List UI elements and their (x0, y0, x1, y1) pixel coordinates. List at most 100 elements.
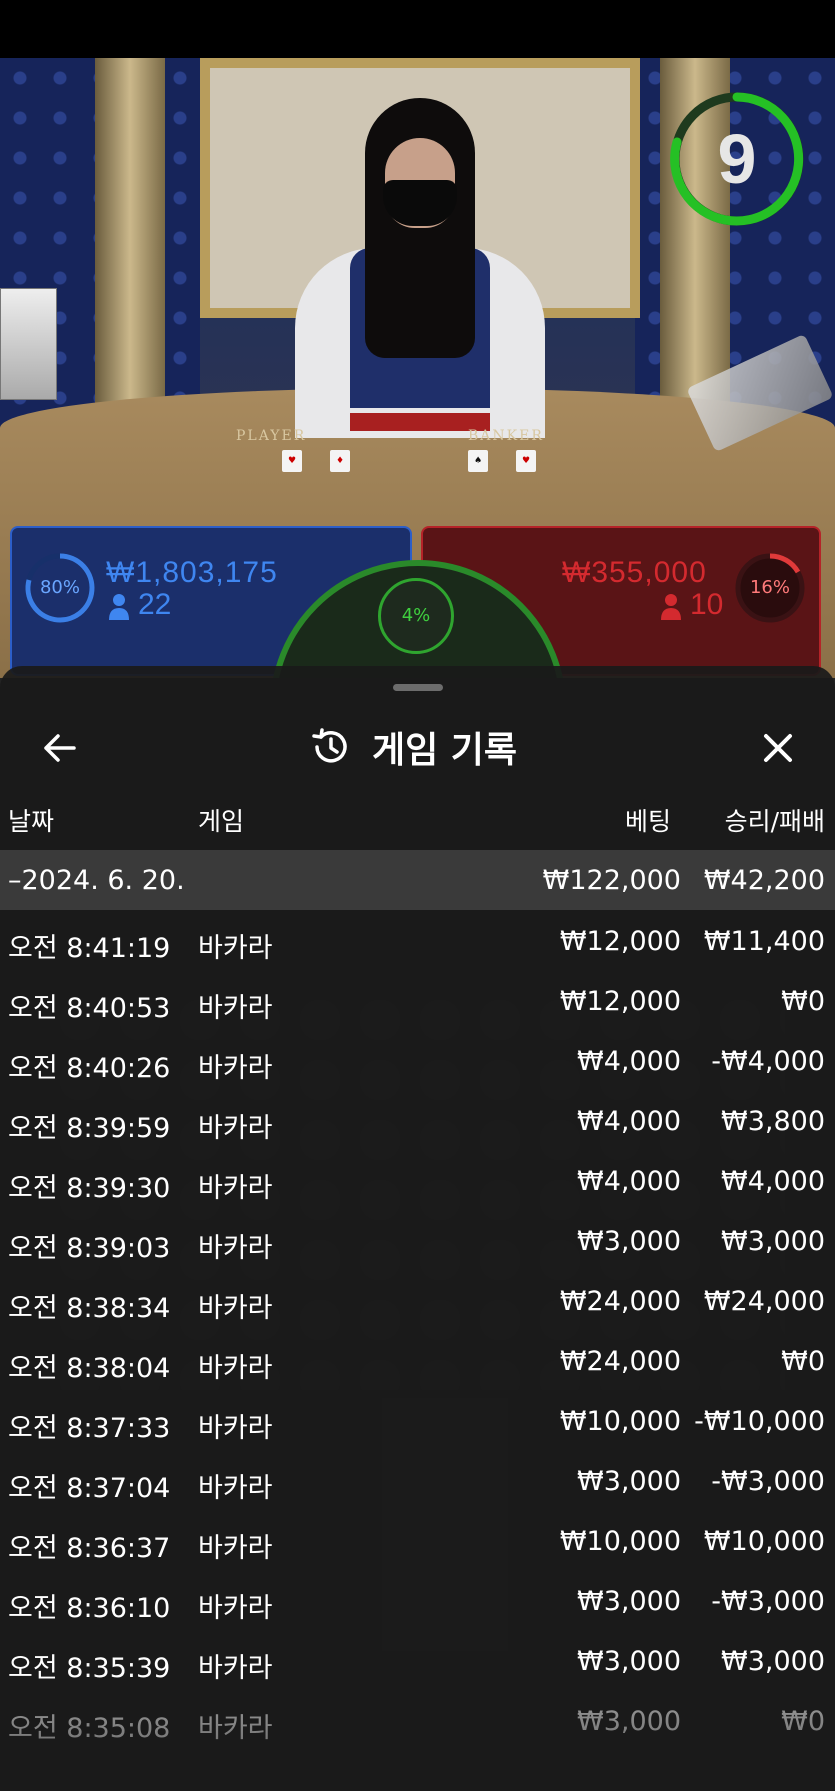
sheet-header: 게임 기록 (0, 706, 835, 786)
row-game: 바카라 (198, 1533, 273, 1564)
row-game: 바카라 (198, 1233, 273, 1264)
row-time: 오전 8:40:53 (8, 993, 171, 1024)
row-time: 오전 8:40:26 (8, 1053, 171, 1084)
player-percent: 80% (39, 577, 80, 598)
row-bet: ₩24,000 (559, 1286, 681, 1317)
game-history-sheet: 게임 기록 날짜 게임 베팅 승리/패배 –2024. 6. 20. ₩122,… (0, 666, 835, 1791)
row-winloss: -₩3,000 (711, 1466, 825, 1497)
row-game: 바카라 (198, 993, 273, 1024)
row-bet: ₩4,000 (577, 1106, 681, 1137)
player-total-amount: ₩1,803,175 (106, 556, 278, 589)
row-time: 오전 8:39:30 (8, 1173, 171, 1204)
row-winloss: ₩3,000 (721, 1226, 825, 1257)
row-time: 오전 8:38:04 (8, 1353, 171, 1384)
row-winloss: -₩3,000 (711, 1586, 825, 1617)
person-icon (108, 592, 130, 620)
dealer (295, 98, 545, 438)
row-time: 오전 8:35:08 (8, 1713, 171, 1744)
history-row[interactable]: 오전 8:35:08 바카라 ₩3,000 ₩0 (0, 1691, 835, 1751)
row-bet: ₩12,000 (559, 986, 681, 1017)
history-row[interactable]: 오전 8:35:39 바카라 ₩3,000 ₩3,000 (0, 1631, 835, 1691)
card-deck (0, 288, 57, 400)
row-time: 오전 8:38:34 (8, 1293, 171, 1324)
row-game: 바카라 (198, 1353, 273, 1384)
playing-card: ♥ (516, 450, 536, 472)
history-row[interactable]: 오전 8:38:34 바카라 ₩24,000 ₩24,000 (0, 1271, 835, 1331)
day-summary-row[interactable]: –2024. 6. 20. ₩122,000 ₩42,200 (0, 850, 835, 910)
history-row[interactable]: 오전 8:39:03 바카라 ₩3,000 ₩3,000 (0, 1211, 835, 1271)
status-bar (0, 0, 835, 58)
player-count: 22 (138, 588, 172, 621)
row-game: 바카라 (198, 933, 273, 964)
playing-card: ♦ (330, 450, 350, 472)
column-header-game: 게임 (198, 807, 245, 836)
banker-total-amount: ₩355,000 (562, 556, 707, 589)
row-winloss: -₩10,000 (694, 1406, 825, 1437)
row-time: 오전 8:36:10 (8, 1593, 171, 1624)
row-winloss: ₩24,000 (703, 1286, 825, 1317)
row-time: 오전 8:36:37 (8, 1533, 171, 1564)
row-bet: ₩3,000 (577, 1586, 681, 1617)
column-header-bet: 베팅 (624, 807, 671, 836)
row-winloss: ₩0 (781, 1346, 825, 1377)
back-button[interactable] (36, 724, 84, 772)
row-winloss: ₩10,000 (703, 1526, 825, 1557)
day-date: –2024. 6. 20. (8, 865, 185, 896)
row-winloss: ₩11,400 (703, 926, 825, 957)
row-game: 바카라 (198, 1713, 273, 1744)
banker-percent: 16% (749, 577, 790, 598)
row-game: 바카라 (198, 1413, 273, 1444)
history-row[interactable]: 오전 8:36:10 바카라 ₩3,000 -₩3,000 (0, 1571, 835, 1631)
countdown-timer: 9 (668, 90, 806, 228)
table-banker-label: BANKER (468, 428, 544, 444)
row-game: 바카라 (198, 1113, 273, 1144)
playing-card: ♥ (282, 450, 302, 472)
row-time: 오전 8:35:39 (8, 1653, 171, 1684)
table-player-label: PLAYER (236, 428, 307, 444)
row-winloss: ₩0 (781, 1706, 825, 1737)
row-game: 바카라 (198, 1053, 273, 1084)
row-time: 오전 8:39:03 (8, 1233, 171, 1264)
history-row[interactable]: 오전 8:39:30 바카라 ₩4,000 ₩4,000 (0, 1151, 835, 1211)
row-game: 바카라 (198, 1473, 273, 1504)
row-bet: ₩12,000 (559, 926, 681, 957)
history-clock-icon (312, 728, 347, 763)
banker-percent-ring: 16% (734, 552, 806, 624)
history-row[interactable]: 오전 8:36:37 바카라 ₩10,000 ₩10,000 (0, 1511, 835, 1571)
row-bet: ₩3,000 (577, 1466, 681, 1497)
sheet-title: 게임 기록 (310, 722, 517, 772)
row-bet: ₩10,000 (559, 1406, 681, 1437)
column-header-date: 날짜 (8, 807, 55, 836)
sheet-drag-handle[interactable] (393, 684, 443, 691)
row-bet: ₩24,000 (559, 1346, 681, 1377)
row-time: 오전 8:37:04 (8, 1473, 171, 1504)
history-row[interactable]: 오전 8:38:04 바카라 ₩24,000 ₩0 (0, 1331, 835, 1391)
row-time: 오전 8:41:19 (8, 933, 171, 964)
banker-count: 10 (690, 588, 724, 621)
history-row[interactable]: 오전 8:41:19 바카라 ₩12,000 ₩11,400 (0, 911, 835, 971)
row-bet: ₩10,000 (559, 1526, 681, 1557)
row-game: 바카라 (198, 1653, 273, 1684)
row-bet: ₩4,000 (577, 1046, 681, 1077)
day-total-winloss: ₩42,200 (703, 865, 825, 896)
person-icon (660, 592, 682, 620)
row-game: 바카라 (198, 1593, 273, 1624)
row-winloss: ₩3,000 (721, 1646, 825, 1677)
row-time: 오전 8:37:33 (8, 1413, 171, 1444)
playing-card: ♠ (468, 450, 488, 472)
row-game: 바카라 (198, 1293, 273, 1324)
column-header-winloss: 승리/패배 (724, 807, 825, 836)
history-row[interactable]: 오전 8:39:59 바카라 ₩4,000 ₩3,800 (0, 1091, 835, 1151)
row-winloss: ₩4,000 (721, 1166, 825, 1197)
history-row[interactable]: 오전 8:37:04 바카라 ₩3,000 -₩3,000 (0, 1451, 835, 1511)
history-row[interactable]: 오전 8:40:26 바카라 ₩4,000 -₩4,000 (0, 1031, 835, 1091)
history-row[interactable]: 오전 8:40:53 바카라 ₩12,000 ₩0 (0, 971, 835, 1031)
row-time: 오전 8:39:59 (8, 1113, 171, 1144)
close-button[interactable] (754, 724, 802, 772)
row-bet: ₩3,000 (577, 1706, 681, 1737)
timer-value: 9 (717, 120, 757, 198)
day-total-bet: ₩122,000 (542, 865, 681, 896)
tie-percent: 4% (378, 578, 454, 654)
history-row[interactable]: 오전 8:37:33 바카라 ₩10,000 -₩10,000 (0, 1391, 835, 1451)
player-percent-ring: 80% (24, 552, 96, 624)
